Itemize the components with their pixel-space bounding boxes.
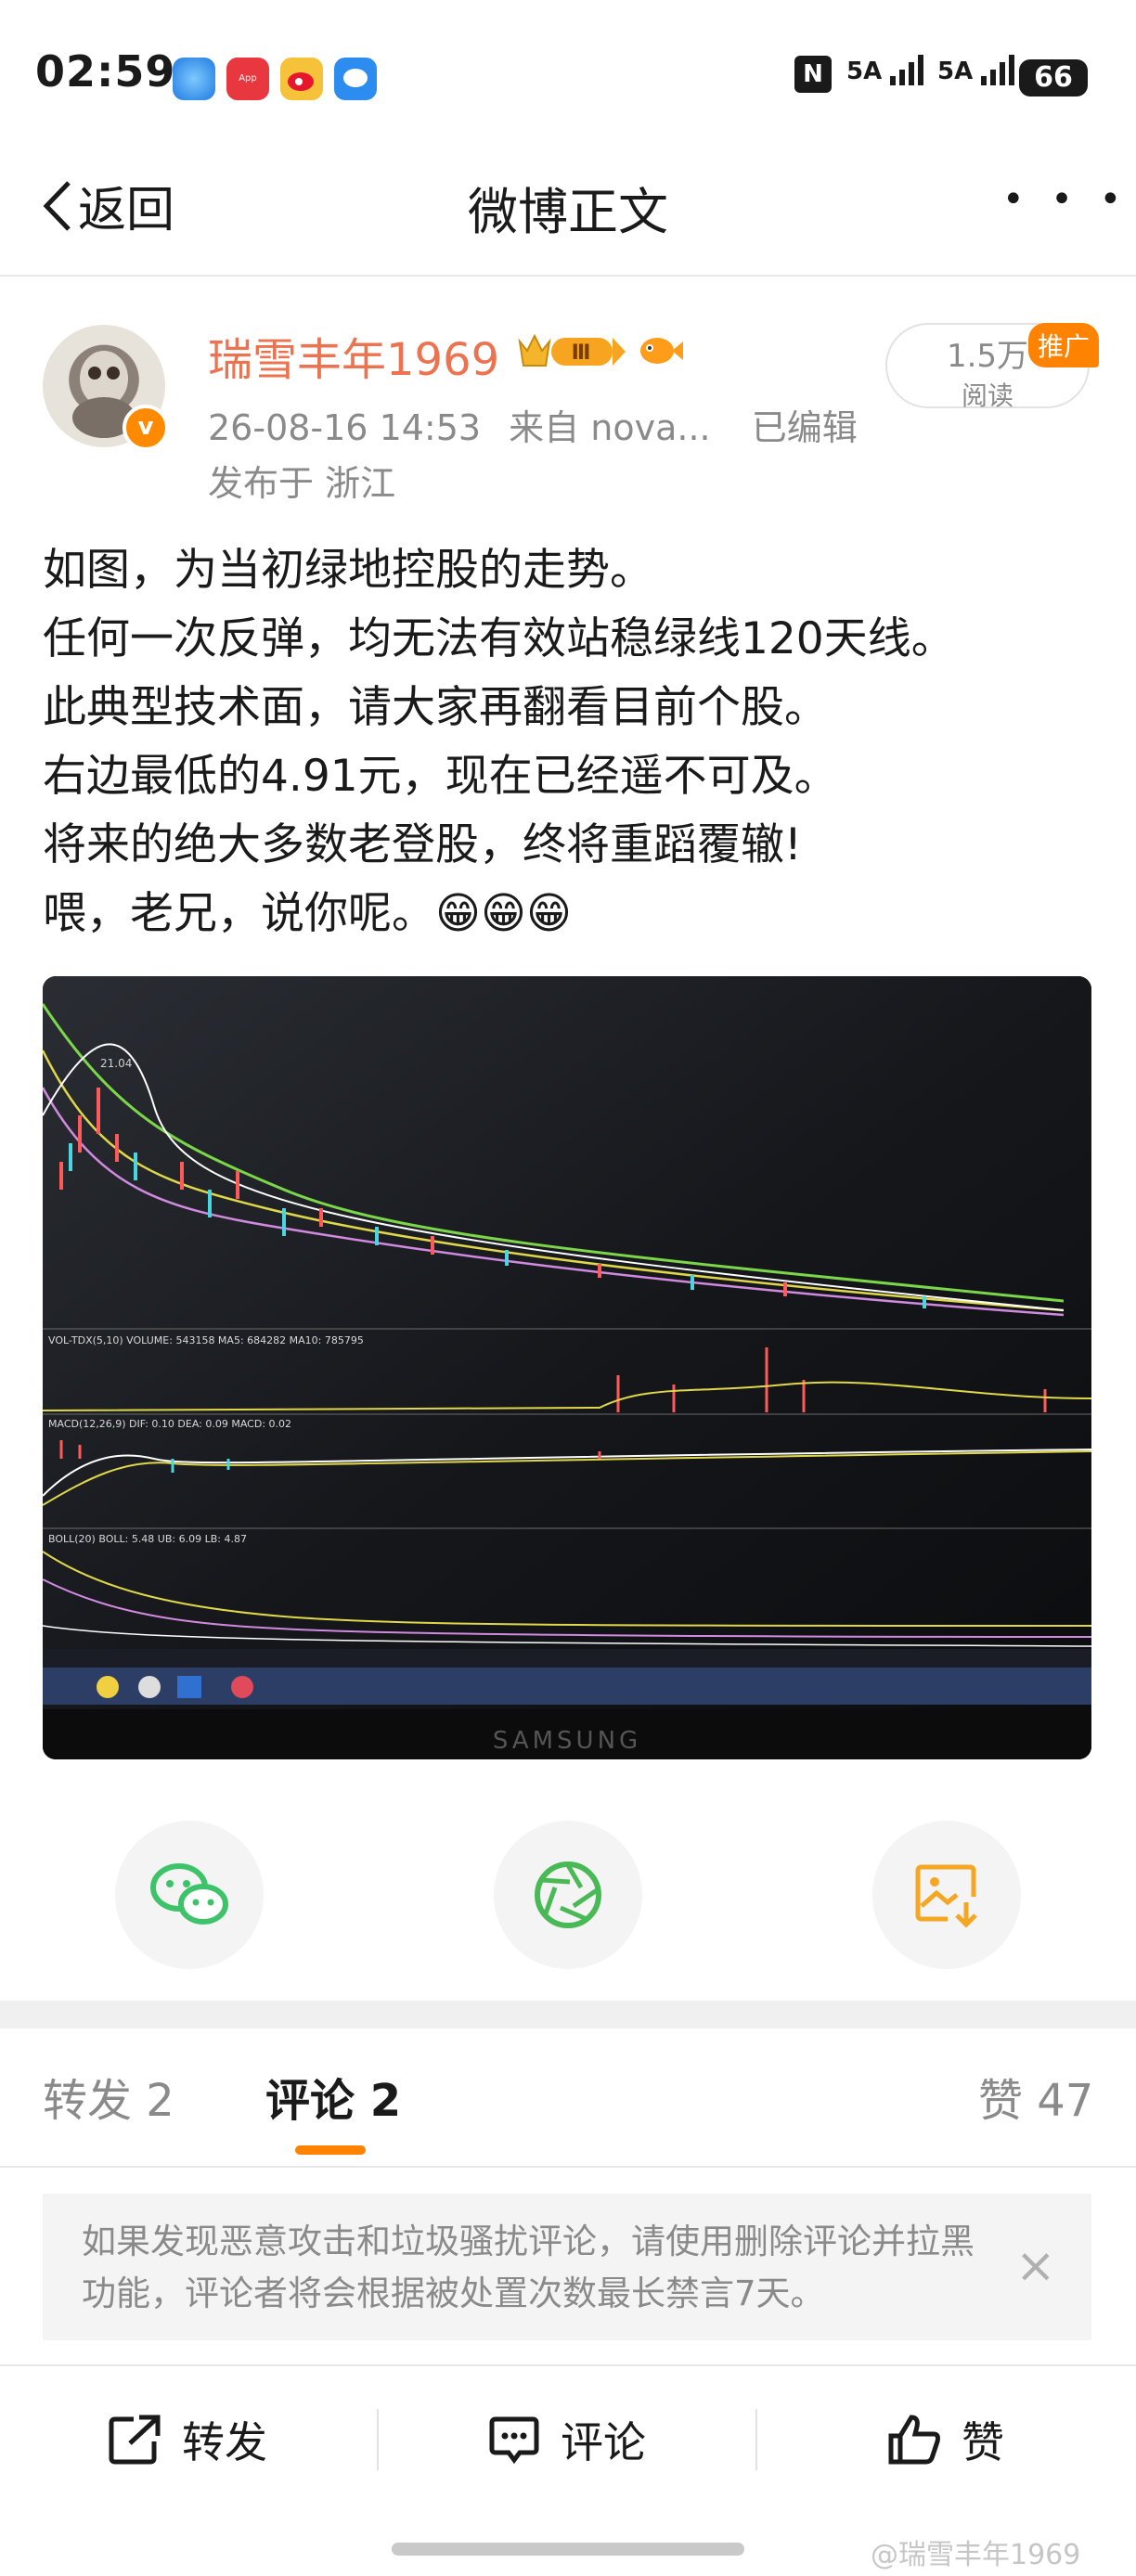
volume-label: VOL-TDX(5,10) VOLUME: 543158 MA5: 684282… [48,1334,364,1346]
notice-text: 如果发现恶意攻击和垃圾骚扰评论，请使用删除评论并拉黑功能，评论者将会根据被处置次… [82,2222,975,2313]
back-label: 返回 [78,183,175,238]
edited-label[interactable]: 已编辑 [752,407,858,448]
save-image-button[interactable] [872,1821,1021,1969]
stock-chart-photo: 21.04 VOL-TDX(5,10) VOLUME: 543158 MA5: … [43,976,1091,1759]
chevron-left-icon [43,180,71,231]
message-icon [334,58,377,100]
author-name[interactable]: 瑞雪丰年1969 [208,323,499,388]
repost-label: 转发 [182,2417,267,2467]
tab-comment[interactable]: 评论 2 [265,2064,401,2129]
active-tab-indicator [295,2145,366,2155]
price-high-label: 21.04 [100,1057,132,1070]
header-divider [0,275,1136,277]
like-label: 赞 [962,2417,1004,2467]
post-line-last: 喂，老兄，说你呢。😁😁😁 [43,880,572,948]
tab-like[interactable]: 赞 47 [978,2064,1093,2129]
more-button[interactable]: • • • [1002,178,1129,221]
battery-icon: 66 [1019,59,1088,97]
verified-badge: v [123,405,169,451]
app-gallery-icon: App Gallery [226,58,269,126]
post-meta: 26-08-16 14:53 来自 nova... 已编辑 [208,399,858,450]
close-icon[interactable]: × [1015,2238,1056,2294]
weibo-icon [280,58,323,100]
home-indicator[interactable] [392,2543,744,2556]
sim1-signal: 5A [846,54,927,85]
post-timestamp: 26-08-16 14:53 [208,407,482,448]
monitor-brand: SAMSUNG [493,1727,641,1755]
post-line: 如图，为当初绿地控股的走势。 [43,545,653,596]
back-button[interactable]: 返回 [41,171,174,240]
promote-badge[interactable]: 推广 [1028,323,1100,367]
moments-icon [535,1861,601,1928]
thumbs-up-icon [888,2415,940,2465]
nfc-icon: N [794,56,832,93]
post-location: 发布于 浙江 [208,463,396,504]
repost-button[interactable]: 转发 [108,2409,267,2470]
post-line: 右边最低的4.91元，现在已经遥不可及。 [43,751,838,802]
share-arrow-icon [109,2415,161,2465]
comment-button[interactable]: 评论 [488,2409,646,2470]
vip-level: Ⅲ [572,341,591,365]
post-line: 此典型技术面，请大家再翻看目前个股。 [43,682,828,733]
post-line: 任何一次反弹，均无法有效站稳绿线120天线。 [43,613,955,664]
macd-label: MACD(12,26,9) DIF: 0.10 DEA: 0.09 MACD: … [48,1418,291,1430]
post-source[interactable]: 来自 nova... [509,407,710,448]
vip-badge[interactable]: Ⅲ [518,330,629,371]
like-button[interactable]: 赞 [887,2409,1004,2470]
action-separator [377,2409,379,2470]
fish-badge-icon [637,330,683,371]
status-time: 02:59 [35,46,176,97]
tabs-divider [0,2166,1136,2168]
comment-label: 评论 [561,2417,646,2467]
sim2-signal: 5A [937,54,1018,85]
watermark: @瑞雪丰年1969 [871,2539,1081,2571]
post-image[interactable]: 21.04 VOL-TDX(5,10) VOLUME: 543158 MA5: … [43,976,1091,1759]
action-separator [755,2409,757,2470]
boll-label: BOLL(20) BOLL: 5.48 UB: 6.09 LB: 4.87 [48,1533,247,1545]
grin-emoji: 😁😁😁 [435,888,572,939]
sim1-label: 5A [846,58,883,85]
actions-divider [0,2364,1136,2366]
post-line: 将来的绝大多数老登股，终将重蹈覆辙! [43,819,802,870]
wechat-icon [150,1863,228,1925]
save-image-icon [915,1864,977,1928]
browser-icon [173,58,215,100]
share-moments-button[interactable] [494,1821,642,1969]
reads-label: 阅读 [961,380,1013,411]
sim2-label: 5A [937,58,974,85]
tab-repost[interactable]: 转发 2 [43,2064,174,2129]
post-line-text: 喂，老兄，说你呢。 [43,888,435,939]
share-wechat-button[interactable] [115,1821,264,1969]
section-separator [0,2001,1136,2029]
comment-icon [489,2416,539,2465]
